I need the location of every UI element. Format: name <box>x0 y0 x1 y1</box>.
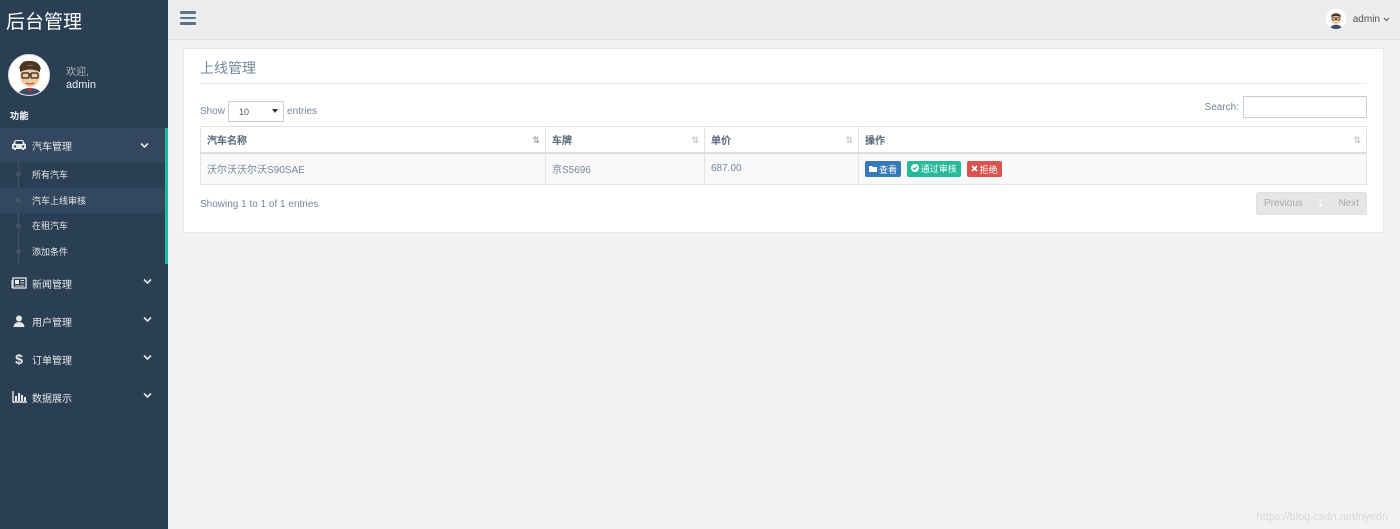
chevron-down-icon <box>1383 14 1390 25</box>
car-icon <box>10 138 28 152</box>
page-length-select[interactable]: 10 <box>228 101 285 122</box>
search-input[interactable] <box>1243 96 1367 118</box>
welcome-text: 欢迎, <box>66 67 89 78</box>
bullet-dot <box>16 197 21 203</box>
reject-button-label: 拒绝 <box>979 164 998 175</box>
next-button[interactable]: Next <box>1331 193 1366 214</box>
sidebar-menu: 汽车管理 <box>0 128 168 162</box>
user-icon <box>10 314 28 328</box>
entries-label: entries <box>287 106 318 117</box>
column-header-plate[interactable]: 车牌 ⇅ <box>545 126 705 154</box>
sidebar-item-order-management[interactable]: $ 订单管理 <box>0 340 168 378</box>
view-button[interactable]: 查看 <box>865 161 902 177</box>
sort-asc-icon: ⇅ <box>532 135 539 145</box>
brand-title[interactable]: 后台管理 <box>0 0 168 40</box>
show-label: Show <box>200 106 226 117</box>
chevron-down-icon <box>143 277 152 288</box>
sidebar-subitem-add-condition[interactable]: 添加条件 <box>0 239 165 265</box>
view-button-label: 查看 <box>879 164 898 175</box>
column-header-car-name[interactable]: 汽车名称 ⇅ <box>200 126 546 154</box>
reject-button[interactable]: 拒绝 <box>966 161 1002 177</box>
chevron-down-icon <box>143 353 152 364</box>
content-panel: 上线管理 Show 10 entries Search: 汽车名称 ⇅ 车牌 ⇅ 单… <box>183 48 1384 233</box>
sort-icon: ⇅ <box>845 135 852 145</box>
cell-price: 687.00 <box>704 152 859 185</box>
bullet-dot <box>16 223 21 228</box>
top-nav: admin <box>168 0 1400 40</box>
section-title: 功能 <box>10 111 30 121</box>
profile-username: admin <box>66 79 96 91</box>
column-header-label: 汽车名称 <box>207 135 247 147</box>
data-table: 汽车名称 ⇅ 车牌 ⇅ 单价 ⇅ 操作 ⇅ 沃尔沃沃尔沃S90SAE 京S5696 68… <box>200 126 1367 185</box>
sidebar-item-label: 新闻管理 <box>32 279 72 291</box>
column-header-actions[interactable]: 操作 ⇅ <box>858 126 1367 154</box>
chevron-down-icon <box>143 315 152 326</box>
sidebar-subitem-all-cars[interactable]: 所有汽车 <box>0 162 165 188</box>
caret-down-icon <box>272 109 279 113</box>
cell-actions: 查看 通过审核 拒绝 <box>858 152 1367 185</box>
user-name: admin <box>1352 13 1380 25</box>
avatar <box>1325 9 1346 29</box>
column-header-label: 车牌 <box>552 135 572 147</box>
sidebar-subitem-label: 添加条件 <box>32 246 69 257</box>
bar-chart-icon <box>10 390 28 404</box>
sidebar-item-user-management[interactable]: 用户管理 <box>0 302 168 340</box>
sidebar-item-car-management[interactable]: 汽车管理 <box>0 128 168 162</box>
user-dropdown[interactable]: admin <box>1325 9 1390 29</box>
profile: 欢迎, admin <box>0 40 168 106</box>
watermark: https://blog.csdn.net/nyedn <box>1256 511 1388 523</box>
sidebar-submenu: 所有汽车 汽车上线审核 在租汽车 添加条件 <box>0 162 168 264</box>
approve-button-label: 通过审核 <box>920 164 957 174</box>
sidebar-item-news-management[interactable]: 新闻管理 <box>0 264 168 302</box>
bullet-dot <box>16 248 21 254</box>
avatar <box>8 54 50 96</box>
column-header-label: 操作 <box>865 135 885 147</box>
sidebar-item-label: 用户管理 <box>32 317 72 329</box>
chevron-down-icon <box>140 141 149 152</box>
folder-icon <box>869 165 877 174</box>
previous-button[interactable]: Previous <box>1257 193 1310 214</box>
newspaper-icon <box>10 276 28 290</box>
sort-icon: ⇅ <box>691 135 698 145</box>
close-icon <box>971 164 978 174</box>
bullet-dot <box>16 172 21 177</box>
divider <box>200 83 1367 84</box>
chevron-down-icon <box>143 391 152 402</box>
table-info: Showing 1 to 1 of 1 entries <box>200 199 319 210</box>
length-control: Show 10 entries <box>200 101 317 122</box>
menu-toggle-icon[interactable] <box>180 11 196 25</box>
column-header-price[interactable]: 单价 ⇅ <box>704 126 859 154</box>
sidebar-subitem-renting-cars[interactable]: 在租汽车 <box>0 213 165 239</box>
sidebar-menu-rest: 新闻管理 用户管理 $ 订单管理 数据展示 <box>0 264 168 416</box>
approve-button[interactable]: 通过审核 <box>906 160 961 177</box>
cell-plate: 京S5696 <box>545 152 705 185</box>
page-length-value: 10 <box>239 107 250 117</box>
sidebar-subitem-label: 在租汽车 <box>32 221 69 232</box>
column-header-label: 单价 <box>711 135 731 147</box>
page-title: 上线管理 <box>200 61 256 77</box>
search-control: Search: <box>1205 96 1367 118</box>
table-row: 沃尔沃沃尔沃S90SAE 京S5696 687.00 查看 通过审核 拒绝 <box>200 152 1367 185</box>
sidebar-item-label: 汽车管理 <box>32 141 72 153</box>
check-circle-icon <box>910 163 919 174</box>
sidebar: 后台管理 欢迎, admin 功能 汽车管理 所有汽车 汽车上线审核 在租汽车 … <box>0 0 168 529</box>
sort-icon: ⇅ <box>1353 135 1360 145</box>
pagination: Previous 1 Next <box>1255 192 1367 215</box>
sidebar-subitem-label: 所有汽车 <box>32 170 69 181</box>
sidebar-item-label: 数据展示 <box>32 393 72 405</box>
sidebar-item-label: 订单管理 <box>32 355 72 367</box>
search-label: Search: <box>1204 101 1239 113</box>
page-button-current[interactable]: 1 <box>1310 193 1332 214</box>
sidebar-item-data-display[interactable]: 数据展示 <box>0 378 168 416</box>
sidebar-subitem-label: 汽车上线审核 <box>32 195 87 206</box>
dollar-icon: $ <box>15 351 23 367</box>
cell-car-name: 沃尔沃沃尔沃S90SAE <box>200 152 546 185</box>
sidebar-subitem-online-review[interactable]: 汽车上线审核 <box>0 187 165 213</box>
